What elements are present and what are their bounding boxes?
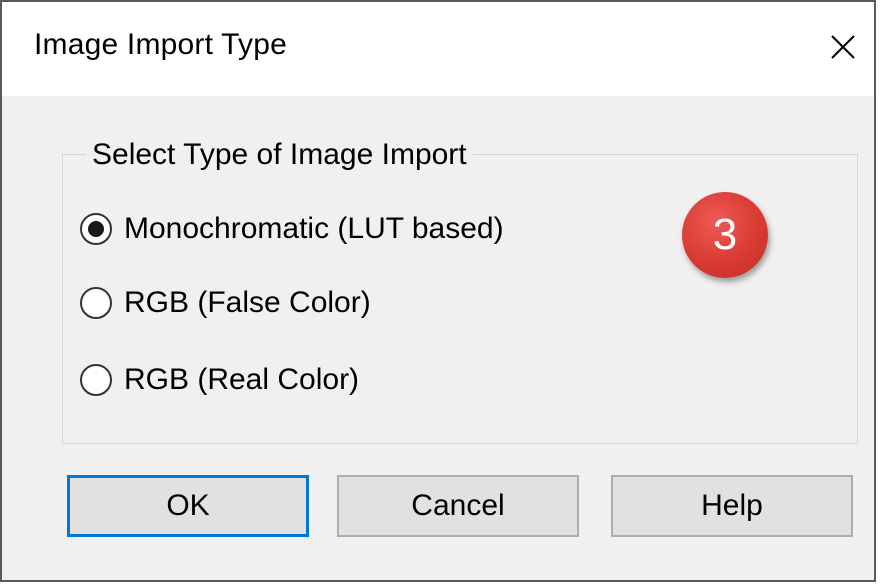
dialog-title: Image Import Type [34, 28, 287, 61]
radio-button[interactable] [80, 287, 112, 319]
step-number-badge: 3 [682, 192, 768, 278]
radio-monochromatic[interactable]: Monochromatic (LUT based) [80, 207, 504, 251]
radio-selected-dot [88, 221, 104, 237]
groupbox-legend: Select Type of Image Import [86, 138, 473, 172]
radio-label-rgb-real-color: RGB (Real Color) [124, 363, 360, 396]
ok-button[interactable]: OK [67, 475, 309, 537]
help-button[interactable]: Help [611, 475, 853, 537]
cancel-button[interactable]: Cancel [337, 475, 579, 537]
radio-rgb-real-color[interactable]: RGB (Real Color) [80, 358, 359, 402]
radio-button[interactable] [80, 364, 112, 396]
radio-rgb-false-color[interactable]: RGB (False Color) [80, 281, 371, 325]
radio-label-rgb-false-color: RGB (False Color) [124, 286, 371, 319]
radio-button-selected[interactable] [80, 213, 112, 245]
close-button[interactable] [818, 20, 868, 74]
radio-label-monochromatic: Monochromatic (LUT based) [124, 212, 504, 245]
title-bar: Image Import Type [2, 2, 874, 96]
close-icon [831, 35, 855, 59]
